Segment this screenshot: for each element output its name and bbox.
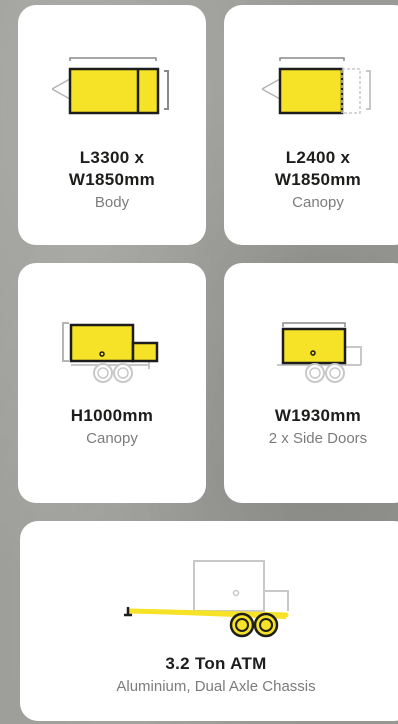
- spec-card-canopy-height: H1000mm Canopy: [18, 263, 206, 503]
- spec-title-line1: L2400 x: [285, 148, 351, 167]
- trailer-side-height-icon: [18, 321, 206, 385]
- spec-card-chassis: 3.2 Ton ATM Aluminium, Dual Axle Chassis: [20, 521, 398, 721]
- spec-title: W1930mm: [274, 406, 362, 425]
- spec-title: 3.2 Ton ATM: [165, 654, 267, 673]
- spec-card-body: L3300 x W1850mm Body: [18, 5, 206, 245]
- spec-subtitle: Canopy: [292, 194, 344, 211]
- trailer-top-canopy-icon: [224, 57, 398, 117]
- spec-title: H1000mm: [70, 406, 154, 425]
- spec-card-side-doors: W1930mm 2 x Side Doors: [224, 263, 398, 503]
- spec-subtitle: 2 x Side Doors: [268, 430, 368, 447]
- spec-subtitle: Body: [94, 194, 130, 211]
- spec-subtitle: Canopy: [86, 430, 138, 447]
- spec-title-line2: W1850mm: [68, 170, 156, 189]
- spec-subtitle: Aluminium, Dual Axle Chassis: [116, 678, 316, 695]
- spec-card-canopy-length: L2400 x W1850mm Canopy: [224, 5, 398, 245]
- trailer-side-doors-icon: [224, 321, 398, 385]
- spec-title-line1: L3300 x: [79, 148, 145, 167]
- trailer-chassis-icon: [20, 555, 398, 639]
- spec-title-line2: W1850mm: [274, 170, 362, 189]
- trailer-top-length-icon: [18, 57, 206, 117]
